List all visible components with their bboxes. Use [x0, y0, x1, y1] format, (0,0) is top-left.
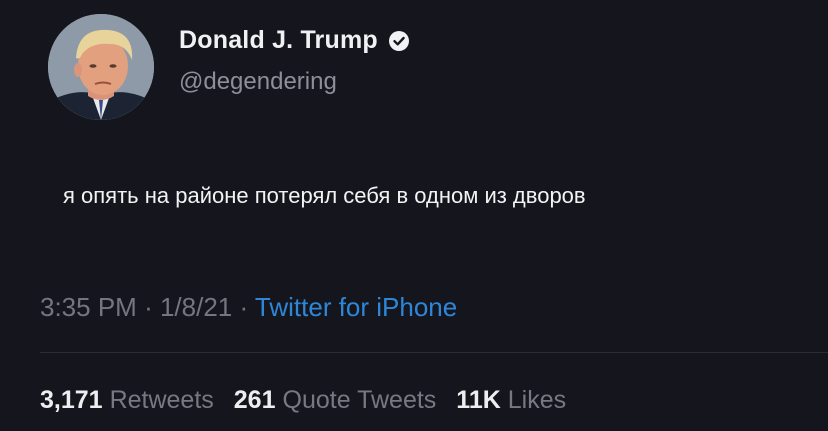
- tweet-meta: 3:35 PM · 1/8/21 · Twitter for iPhone: [40, 292, 457, 323]
- tweet-stats: 3,171 Retweets 261 Quote Tweets 11K Likes: [40, 386, 566, 415]
- retweets-count: 3,171: [40, 386, 103, 414]
- tweet-card: Donald J. Trump @degendering я опять на …: [0, 0, 828, 431]
- avatar-portrait: [48, 14, 154, 120]
- likes-stat[interactable]: 11K Likes: [456, 386, 566, 415]
- meta-separator: ·: [239, 292, 255, 322]
- tweet-date[interactable]: 1/8/21: [160, 292, 232, 322]
- avatar[interactable]: [48, 14, 154, 120]
- author-name-row: Donald J. Trump: [179, 26, 410, 55]
- meta-separator: ·: [144, 292, 160, 322]
- retweets-stat[interactable]: 3,171 Retweets: [40, 386, 214, 415]
- tweet-source-link[interactable]: Twitter for iPhone: [255, 292, 457, 322]
- divider: [40, 352, 828, 353]
- quote-tweets-label: Quote Tweets: [282, 386, 437, 414]
- likes-label: Likes: [507, 386, 567, 414]
- likes-count: 11K: [456, 386, 501, 414]
- verified-badge-icon: [388, 30, 410, 52]
- quote-tweets-count: 261: [233, 386, 276, 414]
- quote-tweets-stat[interactable]: 261 Quote Tweets: [234, 386, 437, 415]
- retweets-label: Retweets: [109, 386, 214, 414]
- author-display-name[interactable]: Donald J. Trump: [179, 26, 378, 55]
- tweet-time[interactable]: 3:35 PM: [40, 292, 137, 322]
- tweet-text: я опять на районе потерял себя в одном и…: [63, 183, 586, 208]
- author-handle[interactable]: @degendering: [179, 68, 337, 96]
